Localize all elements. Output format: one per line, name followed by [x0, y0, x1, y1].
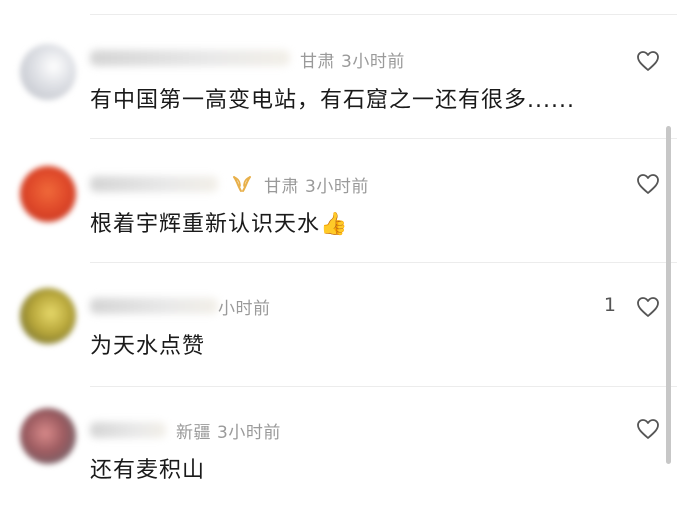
avatar[interactable]: [20, 288, 76, 344]
comment-meta: 小时前: [218, 294, 277, 319]
avatar[interactable]: [20, 44, 76, 100]
comment-location: 新疆: [176, 423, 211, 443]
avatar[interactable]: [20, 166, 76, 222]
comment-location: 甘肃: [300, 52, 335, 72]
laurel-badge-icon: [233, 176, 251, 192]
comment-text: 为天水点赞: [90, 334, 206, 359]
avatar[interactable]: [20, 408, 76, 464]
comment-time: 3小时前: [217, 423, 281, 443]
like-count: 1: [603, 294, 616, 316]
username-blurred[interactable]: [90, 422, 166, 438]
heart-outline-icon[interactable]: [636, 418, 660, 440]
comment-time: 3小时前: [305, 177, 369, 197]
scrollbar[interactable]: [666, 126, 671, 464]
comment-meta: 新疆 3小时前: [176, 418, 287, 443]
heart-outline-icon[interactable]: [636, 173, 660, 195]
comment-time: 3小时前: [341, 52, 405, 72]
thumbs-up-emoji: 👍: [320, 212, 349, 237]
comment-meta: 甘肃 3小时前: [264, 172, 375, 197]
comment-location: 甘肃: [264, 177, 299, 197]
heart-outline-icon[interactable]: [636, 296, 660, 318]
heart-outline-icon[interactable]: [636, 50, 660, 72]
comment-item[interactable]: 新疆 3小时前 还有麦积山: [0, 386, 660, 510]
comment-text: 有中国第一高变电站，有石窟之一还有很多......: [90, 88, 575, 113]
comment-text: 还有麦积山: [90, 458, 206, 483]
username-blurred[interactable]: [90, 50, 290, 66]
username-blurred[interactable]: [90, 176, 218, 192]
username-blurred[interactable]: [90, 298, 218, 314]
comment-meta: 甘肃 3小时前: [300, 47, 411, 72]
comment-item[interactable]: 甘肃 3小时前 根着宇辉重新认识天水👍: [0, 138, 660, 262]
comment-text-body: 根着宇辉重新认识天水: [90, 212, 321, 237]
comment-time: 小时前: [218, 299, 271, 319]
comment-item[interactable]: 甘肃 3小时前 有中国第一高变电站，有石窟之一还有很多......: [0, 14, 660, 138]
comment-item[interactable]: 小时前 为天水点赞 1: [0, 262, 660, 386]
comment-text: 根着宇辉重新认识天水👍: [90, 206, 348, 238]
